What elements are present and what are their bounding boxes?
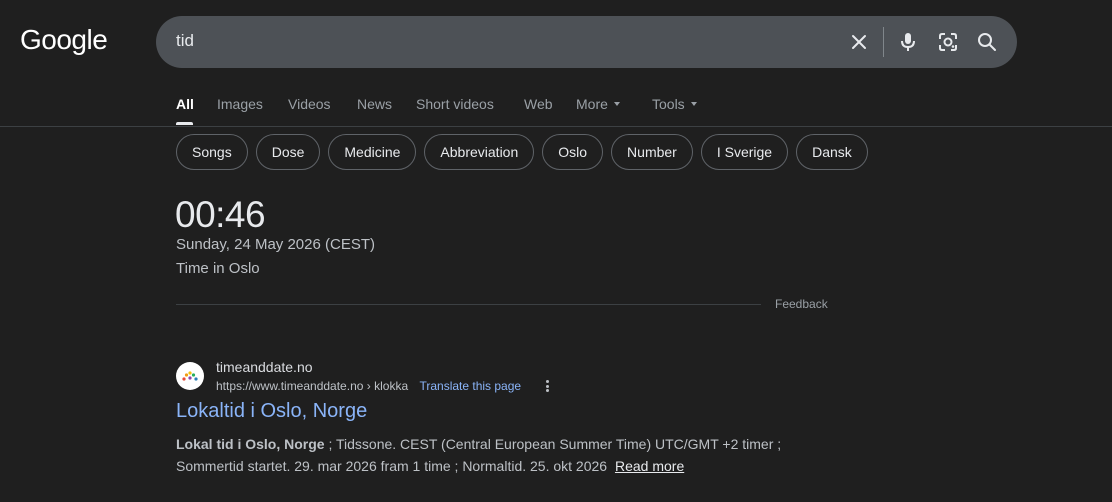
result-snippet: Lokal tid i Oslo, Norge ; Tidssone. CEST…	[176, 433, 816, 477]
header-divider	[0, 126, 1112, 127]
refinement-chips: Songs Dose Medicine Abbreviation Oslo Nu…	[176, 134, 868, 170]
search-box[interactable]: tid	[156, 16, 1017, 68]
current-date: Sunday, 24 May 2026 (CEST)	[176, 236, 375, 253]
active-tab-indicator	[176, 122, 193, 125]
chip-oslo[interactable]: Oslo	[542, 134, 604, 170]
tab-more[interactable]: More	[576, 96, 620, 112]
chip-dansk[interactable]: Dansk	[796, 134, 868, 170]
result-title-link[interactable]: Lokaltid i Oslo, Norge	[176, 400, 367, 423]
tab-short-videos[interactable]: Short videos	[416, 96, 494, 112]
search-divider	[883, 27, 884, 57]
chevron-down-icon	[690, 102, 697, 107]
more-options-icon[interactable]	[543, 378, 551, 394]
url-separator: ›	[366, 379, 371, 393]
snippet-text-2: Sommertid startet. 29. mar 2026 fram 1 t…	[176, 458, 608, 474]
search-input[interactable]: tid	[176, 31, 194, 51]
snippet-text-1: ; Tidssone. CEST (Central European Summe…	[328, 436, 782, 452]
tab-videos[interactable]: Videos	[288, 96, 331, 112]
tab-images[interactable]: Images	[217, 96, 263, 112]
search-icon[interactable]	[975, 30, 999, 54]
time-location: Time in Oslo	[176, 260, 260, 277]
result-url[interactable]: https://www.timeanddate.no › klokka Tran…	[216, 379, 521, 393]
tab-all[interactable]: All	[176, 96, 194, 112]
tab-tools[interactable]: Tools	[652, 96, 697, 112]
tab-tools-label: Tools	[652, 96, 685, 112]
snippet-bold: Lokal tid i Oslo, Norge	[176, 436, 325, 452]
tab-news[interactable]: News	[357, 96, 392, 112]
site-favicon[interactable]	[176, 362, 204, 390]
translate-link[interactable]: Translate this page	[419, 379, 521, 393]
chip-i-sverige[interactable]: I Sverige	[700, 134, 789, 170]
tab-web[interactable]: Web	[524, 96, 553, 112]
result-site-name[interactable]: timeanddate.no	[216, 359, 313, 375]
camera-lens-icon[interactable]	[936, 30, 960, 54]
chevron-down-icon	[613, 102, 620, 107]
chip-dose[interactable]: Dose	[255, 134, 321, 170]
current-time: 00:46	[175, 194, 266, 235]
result-url-host: https://www.timeanddate.no	[216, 379, 364, 393]
widget-divider	[176, 304, 761, 305]
read-more-link[interactable]: Read more	[615, 458, 684, 474]
chip-abbreviation[interactable]: Abbreviation	[424, 134, 535, 170]
search-results-page: Google tid All Images Videos News Short …	[0, 0, 1112, 502]
chip-songs[interactable]: Songs	[176, 134, 248, 170]
microphone-icon[interactable]	[896, 30, 920, 54]
google-logo[interactable]: Google	[20, 24, 108, 56]
tab-more-label: More	[576, 96, 608, 112]
feedback-link[interactable]: Feedback	[775, 297, 828, 311]
result-url-path: klokka	[374, 379, 409, 393]
clear-icon[interactable]	[847, 30, 871, 54]
chip-number[interactable]: Number	[611, 134, 693, 170]
timeanddate-logo-icon	[182, 371, 198, 381]
chip-medicine[interactable]: Medicine	[328, 134, 417, 170]
